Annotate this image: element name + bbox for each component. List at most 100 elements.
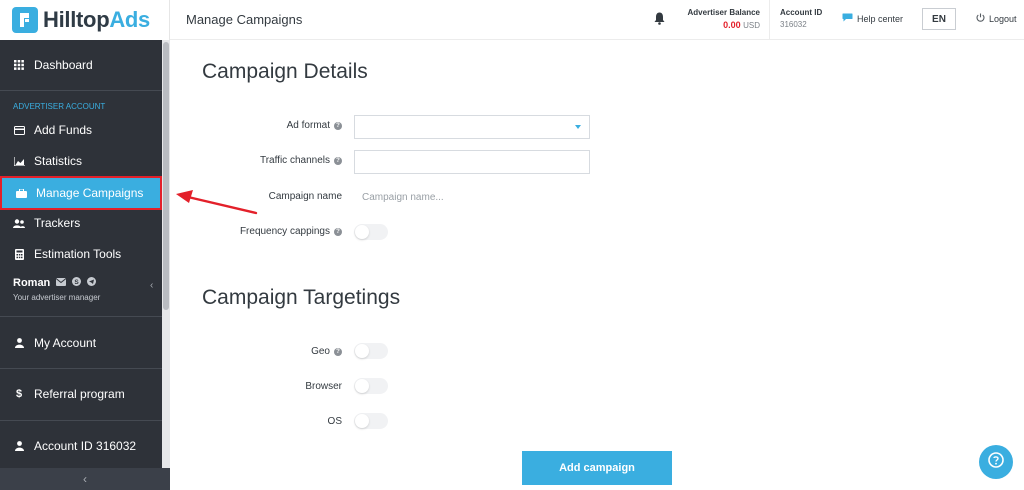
calculator-icon	[13, 248, 25, 260]
sidebar-section-label: ADVERTISER ACCOUNT	[13, 102, 106, 111]
toggle-knob	[355, 414, 369, 428]
help-center-label: Help center	[857, 13, 904, 24]
sidebar-scroll-thumb[interactable]	[163, 42, 169, 310]
traffic-channels-label: Traffic channels?	[172, 155, 342, 166]
question-icon[interactable]: ?	[334, 156, 342, 165]
account-id-label: Account ID	[780, 8, 823, 17]
dollar-icon: $	[15, 388, 23, 400]
header-divider	[769, 0, 770, 40]
page-title: Manage Campaigns	[186, 12, 303, 27]
browser-label-text: Browser	[305, 381, 342, 392]
sidebar-item-label: Statistics	[34, 154, 83, 168]
geo-toggle[interactable]	[354, 343, 388, 359]
add-campaign-button[interactable]: Add campaign	[522, 451, 672, 485]
logo-mark-icon	[12, 7, 38, 33]
toggle-knob	[355, 344, 369, 358]
top-header: Manage Campaigns Advertiser Balance 0.00…	[170, 0, 1024, 40]
toggle-knob	[355, 225, 369, 239]
sidebar-item-label: Add Funds	[34, 123, 93, 137]
browser-toggle[interactable]	[354, 378, 388, 394]
sidebar-item-account-id[interactable]: Account ID 316032	[0, 431, 162, 461]
os-label-text: OS	[327, 416, 342, 427]
sidebar-item-dashboard[interactable]: Dashboard	[0, 50, 162, 80]
frequency-cappings-toggle[interactable]	[354, 224, 388, 240]
frequency-cappings-label: Frequency cappings?	[172, 226, 342, 237]
campaign-details-title: Campaign Details	[202, 60, 368, 83]
sidebar-item-label: My Account	[34, 336, 97, 350]
sidebar-item-label: Account ID 316032	[34, 439, 137, 453]
chart-icon	[13, 155, 25, 167]
traffic-channels-label-text: Traffic channels	[259, 155, 330, 166]
sidebar-item-statistics[interactable]: Statistics	[0, 146, 162, 176]
account-id-block: Account ID 316032	[780, 8, 822, 29]
grid-icon	[13, 59, 25, 71]
mail-icon[interactable]	[55, 277, 67, 289]
users-icon	[13, 217, 25, 229]
sidebar-item-label: Trackers	[34, 216, 81, 230]
annotation-arrow-icon	[174, 186, 260, 221]
sidebar-item-add-funds[interactable]: Add Funds	[0, 115, 162, 145]
ad-format-select[interactable]	[354, 115, 590, 139]
sidebar-item-manage-campaigns[interactable]: Manage Campaigns	[0, 176, 162, 210]
account-manager: Roman S Your advertiser manager	[13, 277, 163, 302]
balance-amount: 0.00	[723, 20, 741, 30]
svg-text:S: S	[75, 279, 80, 286]
traffic-channels-input[interactable]	[354, 150, 590, 174]
sidebar: HilltopAds Dashboard ADVERTISER ACCOUNT …	[0, 0, 170, 490]
question-icon[interactable]: ?	[334, 121, 342, 130]
app-root: HilltopAds Dashboard ADVERTISER ACCOUNT …	[0, 0, 1024, 490]
user-icon	[13, 440, 25, 452]
manager-name: Roman	[13, 277, 51, 289]
sidebar-item-label: Dashboard	[34, 58, 93, 72]
help-center-link[interactable]: Help center	[842, 13, 903, 24]
logo-text: HilltopAds	[43, 7, 150, 33]
logo-text-part1: Hilltop	[43, 7, 110, 32]
geo-label: Geo?	[172, 346, 342, 357]
caret-down-icon	[575, 125, 581, 129]
sidebar-item-my-account[interactable]: My Account	[0, 328, 162, 358]
card-icon	[13, 124, 25, 136]
ad-format-label: Ad format?	[172, 120, 342, 131]
campaign-name-label-text: Campaign name	[268, 191, 342, 202]
user-icon	[13, 337, 25, 349]
sidebar-item-label: Manage Campaigns	[36, 186, 144, 200]
logout-link[interactable]: Logout	[976, 13, 1017, 24]
sidebar-divider	[0, 368, 162, 369]
briefcase-icon	[15, 187, 27, 199]
logo-text-part2: Ads	[109, 7, 150, 32]
chevron-left-icon[interactable]: ‹	[150, 280, 153, 291]
browser-label: Browser	[172, 381, 342, 392]
campaign-name-input[interactable]	[354, 185, 590, 209]
account-id-value: 316032	[780, 20, 807, 29]
manager-name-row: Roman S	[13, 277, 163, 289]
sidebar-scrollbar[interactable]	[162, 40, 170, 470]
question-icon[interactable]: ?	[334, 347, 342, 356]
balance-value: 0.00 USD	[678, 20, 760, 30]
advertiser-balance: Advertiser Balance 0.00 USD	[678, 8, 760, 30]
toggle-knob	[355, 379, 369, 393]
sidebar-collapse-button[interactable]: ‹	[0, 468, 170, 490]
support-chat-button[interactable]	[979, 445, 1013, 479]
sidebar-item-estimation-tools[interactable]: Estimation Tools	[0, 239, 162, 269]
sidebar-item-label: Referral program	[34, 387, 125, 401]
telegram-icon[interactable]	[87, 277, 97, 289]
skype-icon[interactable]: S	[72, 277, 82, 289]
sidebar-divider	[0, 90, 162, 91]
manager-role: Your advertiser manager	[13, 293, 101, 302]
geo-label-text: Geo	[311, 346, 330, 357]
power-icon	[976, 13, 985, 24]
frequency-cappings-label-text: Frequency cappings	[239, 226, 330, 237]
sidebar-divider	[0, 420, 162, 421]
logout-label: Logout	[989, 13, 1017, 24]
language-button[interactable]: EN	[922, 8, 956, 30]
logo[interactable]: HilltopAds	[0, 0, 170, 40]
sidebar-item-referral-program[interactable]: $ Referral program	[0, 379, 162, 409]
os-label: OS	[172, 416, 342, 427]
ad-format-label-text: Ad format	[286, 120, 330, 131]
os-toggle[interactable]	[354, 413, 388, 429]
chevron-left-icon: ‹	[83, 472, 87, 486]
sidebar-item-trackers[interactable]: Trackers	[0, 208, 162, 238]
sidebar-divider	[0, 316, 162, 317]
bell-icon[interactable]	[654, 12, 665, 30]
question-icon[interactable]: ?	[334, 227, 342, 236]
